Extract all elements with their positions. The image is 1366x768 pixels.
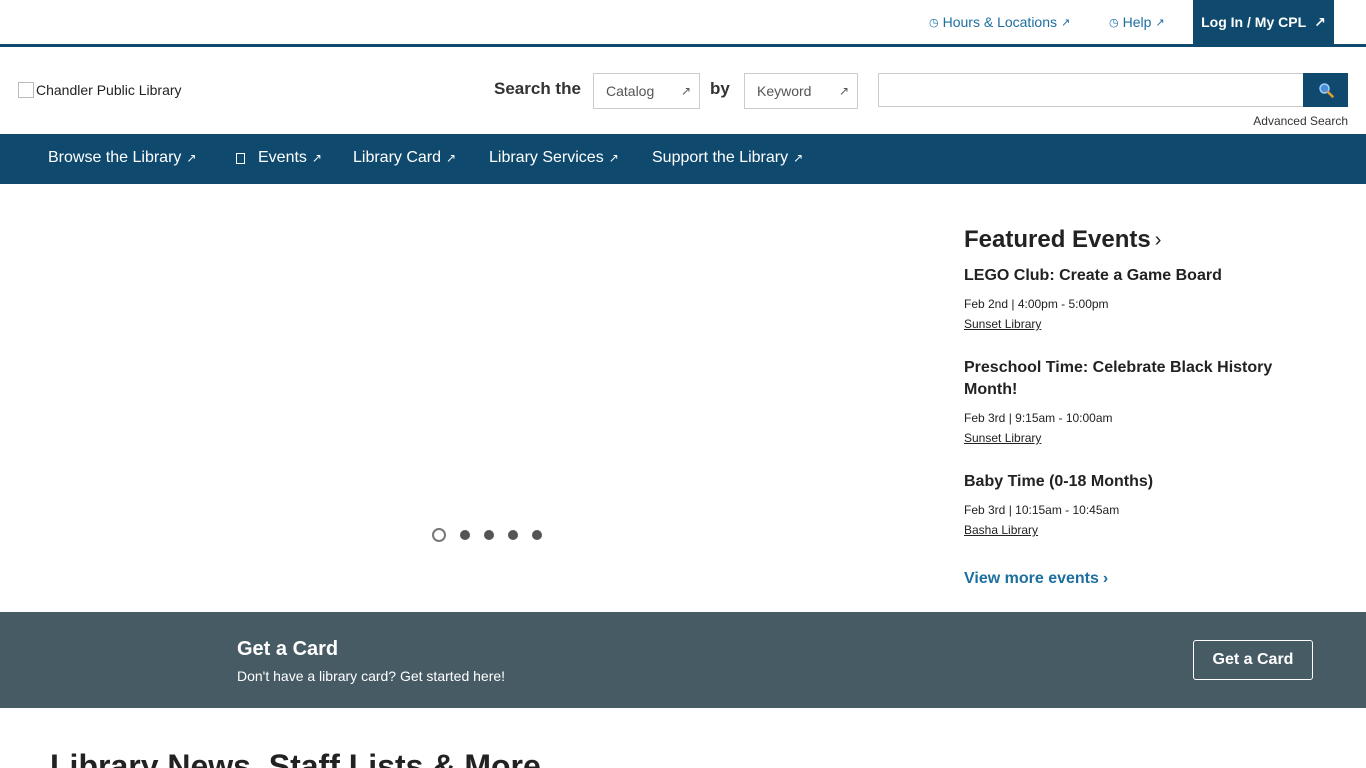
event-date: Feb 2nd | 4:00pm - 5:00pm <box>964 297 1109 311</box>
utility-bar: ◷ Hours & Locations ↗ ◷ Help ↗ Log In / … <box>0 0 1366 47</box>
nav-browse-label: Browse the Library <box>48 149 182 166</box>
help-link[interactable]: ◷ Help ↗ <box>1109 14 1165 30</box>
event-item: LEGO Club: Create a Game Board Feb 2nd |… <box>964 265 1294 333</box>
chevron-right-icon: › <box>1102 570 1109 587</box>
search-button[interactable] <box>1303 73 1348 107</box>
chevron-down-icon: ↗ <box>311 151 322 165</box>
external-link-icon: ↗ <box>1155 16 1165 29</box>
nav-library-card[interactable]: Library Card ↗ <box>353 149 456 167</box>
event-location-link[interactable]: Sunset Library <box>964 431 1041 445</box>
featured-events-title: Featured Events <box>964 226 1151 253</box>
carousel-dot[interactable] <box>508 530 518 540</box>
chevron-down-icon: ↗ <box>793 151 804 165</box>
catalog-select[interactable]: Catalog ↗ <box>593 73 700 109</box>
hours-locations-link[interactable]: ◷ Hours & Locations ↗ <box>929 14 1070 30</box>
catalog-select-value: Catalog <box>606 83 655 99</box>
carousel-dots <box>432 528 542 542</box>
main-nav: Browse the Library ↗ Events ↗ Library Ca… <box>0 134 1366 184</box>
carousel-dot[interactable] <box>460 530 470 540</box>
event-title[interactable]: Baby Time (0-18 Months) <box>964 471 1294 493</box>
keyword-select-value: Keyword <box>757 83 812 99</box>
chevron-right-icon: › <box>1154 228 1162 251</box>
search-input[interactable] <box>878 73 1304 107</box>
hours-locations-label: Hours & Locations <box>942 14 1058 30</box>
nav-events[interactable]: Events ↗ <box>236 149 322 167</box>
event-location-link[interactable]: Basha Library <box>964 523 1038 537</box>
get-card-subtitle: Don't have a library card? Get started h… <box>237 668 506 684</box>
event-title[interactable]: Preschool Time: Celebrate Black History … <box>964 357 1294 401</box>
search-icon <box>1318 83 1334 98</box>
news-heading: Library News, Staff Lists & More <box>50 748 541 768</box>
by-label: by <box>710 79 730 98</box>
get-card-banner: Get a Card Don't have a library card? Ge… <box>0 612 1366 708</box>
carousel-dot[interactable] <box>532 530 542 540</box>
help-icon: ◷ <box>1109 16 1119 29</box>
calendar-icon <box>236 152 245 164</box>
event-location-link[interactable]: Sunset Library <box>964 317 1041 331</box>
external-link-icon: ↗ <box>1061 16 1071 29</box>
view-more-label: View more events <box>964 570 1099 587</box>
keyword-select[interactable]: Keyword ↗ <box>744 73 858 109</box>
hero-carousel <box>0 184 930 612</box>
search-the-label: Search the <box>494 79 581 98</box>
nav-support-library[interactable]: Support the Library ↗ <box>652 149 803 167</box>
nav-card-label: Library Card <box>353 149 442 166</box>
clock-icon: ◷ <box>929 16 939 29</box>
nav-support-label: Support the Library <box>652 149 789 166</box>
get-card-title: Get a Card <box>237 638 339 660</box>
event-date: Feb 3rd | 9:15am - 10:00am <box>964 411 1113 425</box>
event-item: Baby Time (0-18 Months) Feb 3rd | 10:15a… <box>964 471 1294 539</box>
dropdown-arrow-icon: ↗ <box>680 84 691 98</box>
event-item: Preschool Time: Celebrate Black History … <box>964 357 1294 447</box>
nav-library-services[interactable]: Library Services ↗ <box>489 149 619 167</box>
dropdown-arrow-icon: ↗ <box>838 84 849 98</box>
broken-image-icon <box>18 82 34 98</box>
external-link-icon: ↗ <box>1314 13 1326 30</box>
view-more-events-link[interactable]: View more events › <box>964 570 1108 588</box>
login-button[interactable]: Log In / My CPL ↗ <box>1193 0 1334 44</box>
carousel-dot[interactable] <box>432 528 446 542</box>
chevron-down-icon: ↗ <box>446 151 457 165</box>
help-label: Help <box>1122 14 1152 30</box>
login-label: Log In / My CPL <box>1201 14 1307 30</box>
logo-alt-text: Chandler Public Library <box>36 82 182 98</box>
nav-browse-library[interactable]: Browse the Library ↗ <box>48 149 196 167</box>
carousel-dot[interactable] <box>484 530 494 540</box>
chevron-down-icon: ↗ <box>186 151 197 165</box>
get-card-button[interactable]: Get a Card <box>1193 640 1313 680</box>
nav-events-label: Events <box>258 149 307 166</box>
library-logo[interactable]: Chandler Public Library <box>18 82 182 98</box>
chevron-down-icon: ↗ <box>608 151 619 165</box>
advanced-search-link[interactable]: Advanced Search <box>1253 114 1348 128</box>
featured-events-heading[interactable]: Featured Events › <box>964 226 1161 254</box>
nav-services-label: Library Services <box>489 149 604 166</box>
event-title[interactable]: LEGO Club: Create a Game Board <box>964 265 1294 287</box>
event-date: Feb 3rd | 10:15am - 10:45am <box>964 503 1120 517</box>
